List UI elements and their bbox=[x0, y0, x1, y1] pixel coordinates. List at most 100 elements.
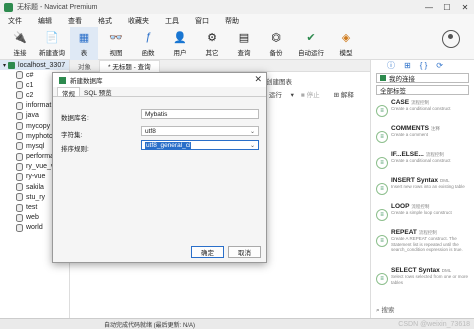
connection-icon bbox=[8, 61, 16, 69]
snippet-item[interactable]: ≡ CASE 流程控制 Create a conditional construct bbox=[371, 97, 474, 123]
other-button[interactable]: ⚙ 其它 bbox=[198, 27, 226, 60]
charset-select[interactable]: utf8 ⌄ bbox=[141, 126, 259, 136]
user-button[interactable]: 👤 用户 bbox=[166, 27, 194, 60]
main-toolbar: 🔌 连接 📄 新建查询 ▦ 表 👓 视图 ƒ 函数 👤 用户 ⚙ 其它 ▤ 查询 ⏣ 备份 ✔ 自动… bbox=[0, 27, 474, 60]
database-icon bbox=[16, 111, 23, 120]
connect-button[interactable]: 🔌 连接 bbox=[6, 27, 34, 60]
query-icon: ▤ bbox=[238, 31, 250, 44]
database-icon bbox=[59, 76, 66, 84]
query-button[interactable]: ▤ 查询 bbox=[230, 27, 258, 60]
ok-button[interactable]: 确定 bbox=[191, 246, 224, 258]
close-window-button[interactable]: ✕ bbox=[456, 0, 474, 14]
info-icon[interactable]: ⓘ bbox=[387, 60, 395, 71]
table-button[interactable]: ▦ 表 bbox=[70, 27, 98, 60]
new-query-icon: 📄 bbox=[45, 31, 59, 44]
menu-help[interactable]: 帮助 bbox=[217, 16, 247, 26]
snippet-item[interactable]: ≡ REPEAT 流程控制 Create A REPEAT construct. T… bbox=[371, 227, 474, 265]
database-icon bbox=[16, 162, 23, 171]
auto-run-icon: ✔ bbox=[306, 31, 316, 44]
snippet-icon: ≡ bbox=[376, 131, 388, 143]
snippet-icon: ≡ bbox=[376, 183, 388, 195]
editor-tabs: 对象 * 无标题 - 查询 bbox=[70, 59, 370, 72]
connection-icon bbox=[380, 75, 386, 81]
menu-window[interactable]: 窗口 bbox=[187, 16, 217, 26]
status-bar: 自动完成代码就绪 (最后更新: N/A) CSDN @weixin_73618 bbox=[0, 318, 474, 329]
menu-format[interactable]: 格式 bbox=[90, 16, 120, 26]
tab-objects[interactable]: 对象 bbox=[70, 60, 99, 72]
function-button[interactable]: ƒ 函数 bbox=[134, 27, 162, 60]
create-chart-button[interactable]: 创建图表 bbox=[266, 76, 292, 86]
view-button[interactable]: 👓 视图 bbox=[102, 27, 130, 60]
maximize-button[interactable]: ☐ bbox=[438, 0, 456, 14]
database-icon bbox=[16, 213, 23, 222]
table-icon: ▦ bbox=[78, 31, 90, 44]
collation-label: 排序规则: bbox=[61, 146, 89, 153]
snippet-item[interactable]: ≡ INSERT Syntax DML Insert new rows into a… bbox=[371, 175, 474, 201]
snippet-icon: ≡ bbox=[376, 105, 388, 117]
watermark: CSDN @weixin_73618 bbox=[398, 320, 470, 328]
navicat-logo-icon bbox=[4, 2, 13, 12]
snippet-search[interactable]: ⌕ 搜索 bbox=[376, 304, 394, 315]
stop-button[interactable]: ■ 停止 bbox=[301, 89, 327, 99]
snippet-item[interactable]: ≡ LOOP 流程控制 Create a simple loop construct bbox=[371, 201, 474, 227]
database-icon bbox=[16, 172, 23, 181]
database-icon bbox=[16, 223, 23, 232]
view-icon: 👓 bbox=[109, 31, 123, 44]
database-icon bbox=[16, 132, 23, 141]
database-icon bbox=[16, 101, 23, 110]
connection-node[interactable]: ▾ localhost_3307 bbox=[0, 60, 69, 70]
chevron-down-icon[interactable]: ▾ bbox=[3, 62, 6, 69]
backup-button[interactable]: ⏣ 备份 bbox=[262, 27, 290, 60]
close-icon[interactable]: ✕ bbox=[254, 74, 262, 85]
panel-tools: ⓘ ⊞ { } ⟳ bbox=[371, 60, 474, 71]
minimize-button[interactable]: — bbox=[420, 0, 438, 14]
snippet-icon: ≡ bbox=[376, 209, 388, 221]
chevron-down-icon: ⌄ bbox=[249, 142, 255, 149]
connection-select[interactable]: 我的连接 bbox=[376, 73, 469, 83]
other-icon: ⚙ bbox=[207, 31, 217, 44]
code-icon[interactable]: ⊞ bbox=[404, 61, 411, 70]
user-avatar[interactable] bbox=[442, 30, 460, 48]
cancel-button[interactable]: 取消 bbox=[228, 246, 261, 258]
collation-select[interactable]: utf8_general_ci ⌄ bbox=[141, 140, 259, 150]
menu-favorites[interactable]: 收藏夹 bbox=[120, 16, 157, 26]
database-icon bbox=[16, 183, 23, 192]
database-icon bbox=[16, 71, 23, 80]
window-title: 无标题 - Navicat Premium bbox=[17, 4, 98, 11]
tab-sql-preview[interactable]: SQL 预览 bbox=[80, 87, 116, 97]
plug-icon: 🔌 bbox=[13, 31, 27, 44]
new-query-button[interactable]: 📄 新建查询 bbox=[38, 27, 66, 60]
database-icon bbox=[16, 142, 23, 151]
menu-bar: 文件 编辑 查看 格式 收藏夹 工具 窗口 帮助 bbox=[0, 14, 474, 27]
run-toolbar: ▷ 运行 ▾ ■ 停止 ⊞ 解释 bbox=[262, 88, 368, 100]
model-icon: ◈ bbox=[341, 31, 351, 44]
tab-general[interactable]: 常规 bbox=[57, 87, 80, 98]
database-name-input[interactable]: Mybatis bbox=[141, 109, 259, 119]
tag-select[interactable]: 全部标签 bbox=[376, 85, 469, 95]
backup-icon: ⏣ bbox=[271, 31, 281, 44]
braces-icon[interactable]: { } bbox=[420, 61, 428, 70]
tab-untitled-query[interactable]: * 无标题 - 查询 bbox=[99, 59, 160, 72]
menu-edit[interactable]: 编辑 bbox=[30, 16, 60, 26]
database-icon bbox=[16, 193, 23, 202]
model-button[interactable]: ◈ 模型 bbox=[332, 27, 360, 60]
function-icon: ƒ bbox=[144, 31, 152, 43]
menu-file[interactable]: 文件 bbox=[0, 16, 30, 26]
snippet-item[interactable]: ≡ SELECT Syntax DML Select rows selected f… bbox=[371, 265, 474, 291]
snippet-item[interactable]: ≡ COMMENTS 注释 Create a comment bbox=[371, 123, 474, 149]
chevron-down-icon: ⌄ bbox=[249, 128, 255, 135]
charset-label: 字符集: bbox=[61, 132, 83, 139]
snippet-icon: ≡ bbox=[376, 235, 388, 247]
database-icon bbox=[16, 152, 23, 161]
menu-view[interactable]: 查看 bbox=[60, 16, 90, 26]
status-text: 自动完成代码就绪 (最后更新: N/A) bbox=[104, 322, 195, 329]
menu-tools[interactable]: 工具 bbox=[157, 16, 187, 26]
explain-button[interactable]: ⊞ 解释 bbox=[334, 89, 361, 99]
database-icon bbox=[16, 203, 23, 212]
snippet-item[interactable]: ≡ IF...ELSE... 流程控制 Create a conditional c… bbox=[371, 149, 474, 175]
auto-run-button[interactable]: ✔ 自动运行 bbox=[294, 27, 328, 60]
refresh-icon[interactable]: ⟳ bbox=[436, 61, 443, 70]
new-database-dialog: 新建数据库 ✕ 常规 SQL 预览 数据库名: Mybatis 字符集: utf… bbox=[52, 72, 267, 263]
snippet-panel: ⓘ ⊞ { } ⟳ 我的连接 全部标签 ≡ CASE 流程控制 Create a c… bbox=[370, 60, 474, 318]
database-icon bbox=[16, 91, 23, 100]
